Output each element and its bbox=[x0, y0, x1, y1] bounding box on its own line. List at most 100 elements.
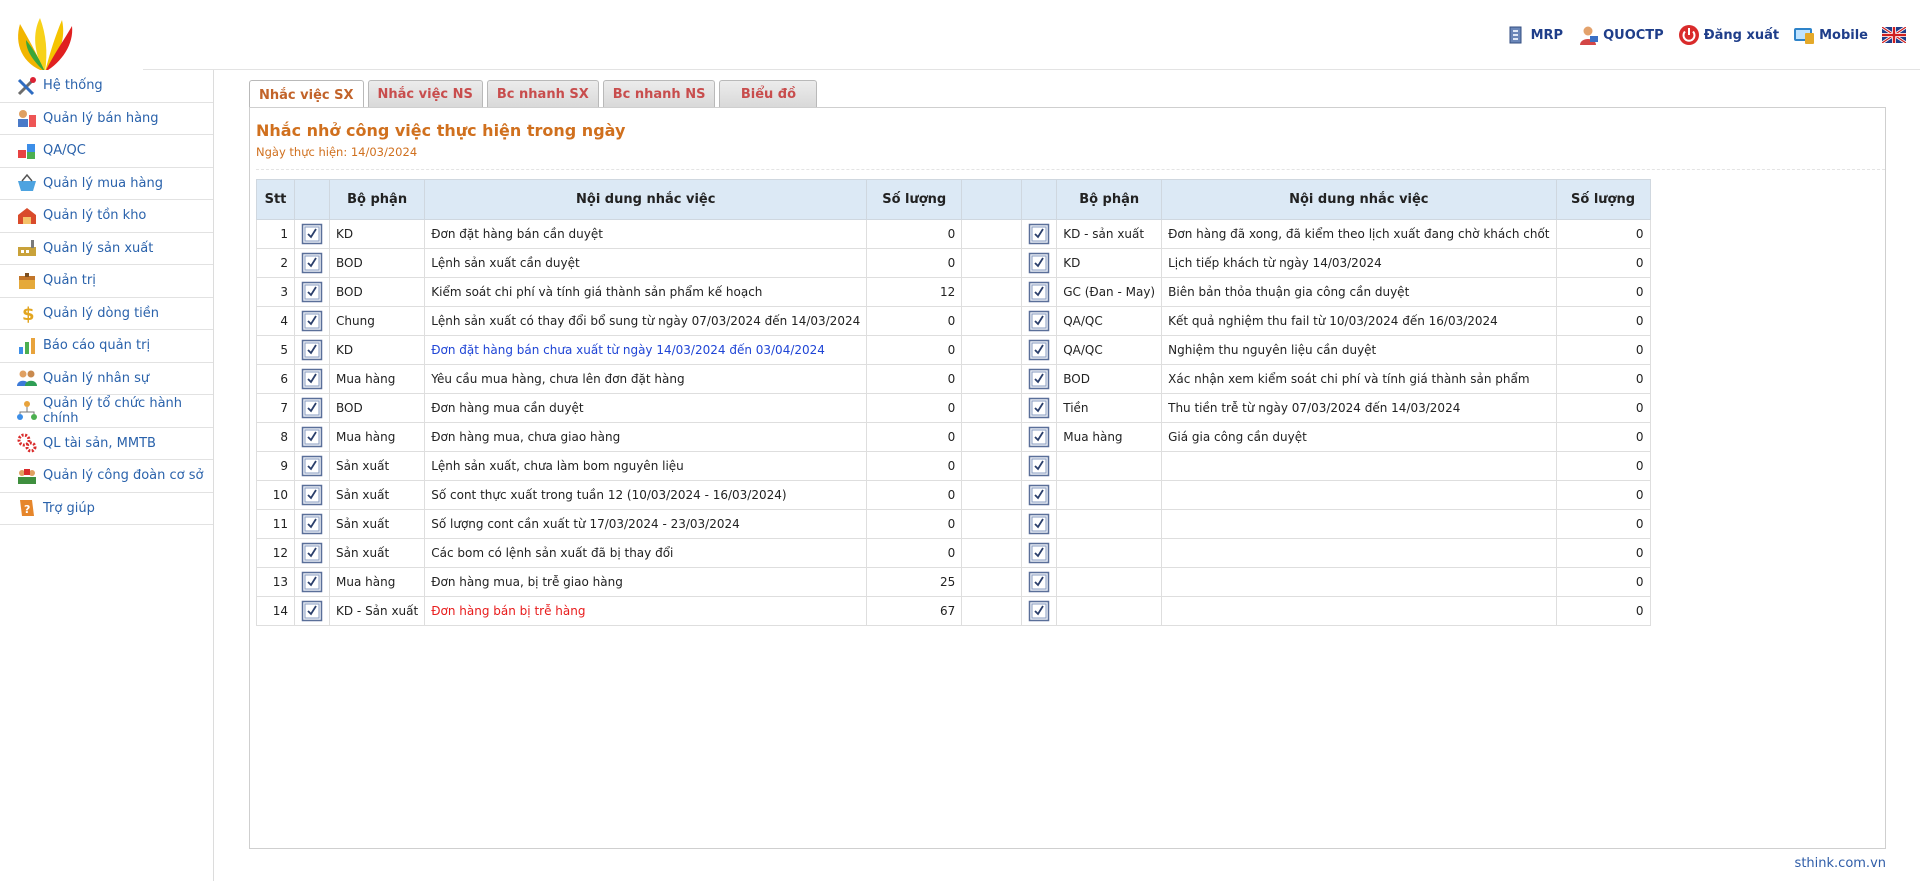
row-checkbox-2[interactable] bbox=[1021, 306, 1058, 336]
row-qty-2: 0 bbox=[1555, 277, 1651, 307]
tab-bc-nhanh-ns[interactable]: Bc nhanh NS bbox=[602, 80, 716, 108]
check-icon[interactable] bbox=[1028, 484, 1050, 506]
check-icon[interactable] bbox=[1028, 600, 1050, 622]
row-checkbox[interactable] bbox=[294, 509, 330, 539]
row-checkbox-2[interactable] bbox=[1021, 451, 1058, 481]
check-icon[interactable] bbox=[1028, 426, 1050, 448]
row-qty-2: 0 bbox=[1555, 364, 1651, 394]
sidebar-item-cong-doan[interactable]: Quản lý công đoàn cơ sở bbox=[0, 460, 213, 493]
sidebar-item-tro-giup[interactable]: ? Trợ giúp bbox=[0, 493, 213, 525]
user-link[interactable]: QUOCTP bbox=[1577, 24, 1664, 46]
check-icon[interactable] bbox=[1028, 571, 1050, 593]
row-checkbox[interactable] bbox=[294, 480, 330, 510]
check-icon[interactable] bbox=[301, 223, 323, 245]
row-content[interactable]: Đơn đặt hàng bán chưa xuất từ ngày 14/03… bbox=[424, 335, 868, 365]
check-icon[interactable] bbox=[301, 484, 323, 506]
row-stt: 5 bbox=[256, 335, 295, 365]
row-dept: Sản xuất bbox=[328, 509, 426, 539]
tab-bc-nhanh-sx[interactable]: Bc nhanh SX bbox=[486, 80, 599, 108]
row-stt: 11 bbox=[256, 509, 295, 539]
check-icon[interactable] bbox=[301, 252, 323, 274]
check-icon[interactable] bbox=[1028, 513, 1050, 535]
row-checkbox-2[interactable] bbox=[1021, 277, 1058, 307]
check-icon[interactable] bbox=[301, 310, 323, 332]
row-checkbox-2[interactable] bbox=[1021, 364, 1058, 394]
sidebar-item-quan-tri[interactable]: Quản trị bbox=[0, 265, 213, 298]
sidebar-item-bao-cao[interactable]: Báo cáo quản trị bbox=[0, 330, 213, 363]
row-checkbox[interactable] bbox=[294, 277, 330, 307]
table-row: 10 Sản xuất Số cont thực xuất trong tuần 1… bbox=[256, 480, 1651, 510]
check-icon[interactable] bbox=[301, 600, 323, 622]
row-checkbox-2[interactable] bbox=[1021, 538, 1058, 568]
user-icon bbox=[1580, 26, 1599, 45]
row-checkbox-2[interactable] bbox=[1021, 509, 1058, 539]
row-checkbox-2[interactable] bbox=[1021, 248, 1058, 278]
language-switch[interactable] bbox=[1882, 27, 1910, 43]
check-icon[interactable] bbox=[301, 455, 323, 477]
row-checkbox-2[interactable] bbox=[1021, 393, 1058, 423]
sidebar-item-dong-tien[interactable]: $ Quản lý dòng tiền bbox=[0, 298, 213, 330]
check-icon[interactable] bbox=[1028, 368, 1050, 390]
row-checkbox-2[interactable] bbox=[1021, 567, 1058, 597]
tab-nhac-viec-sx[interactable]: Nhắc việc SX bbox=[249, 80, 364, 109]
header: MRP QUOCTP Đăng xuất Mobile bbox=[0, 0, 1920, 72]
row-checkbox[interactable] bbox=[294, 364, 330, 394]
row-checkbox[interactable] bbox=[294, 393, 330, 423]
check-icon[interactable] bbox=[1028, 281, 1050, 303]
table-body: 1 KD Đơn đặt hàng bán cần duyệt 0 KD - sản x… bbox=[256, 219, 1651, 626]
row-checkbox-2[interactable] bbox=[1021, 596, 1058, 626]
check-icon[interactable] bbox=[1028, 252, 1050, 274]
sidebar-item-san-xuat[interactable]: Quản lý sản xuất bbox=[0, 233, 213, 265]
row-checkbox[interactable] bbox=[294, 335, 330, 365]
row-checkbox-2[interactable] bbox=[1021, 422, 1058, 452]
sidebar-item-mua-hang[interactable]: Quản lý mua hàng bbox=[0, 168, 213, 200]
check-icon[interactable] bbox=[1028, 339, 1050, 361]
sidebar-item-tai-san[interactable]: QL tài sản, MMTB bbox=[0, 428, 213, 460]
row-checkbox-2[interactable] bbox=[1021, 480, 1058, 510]
row-checkbox[interactable] bbox=[294, 451, 330, 481]
table-header-row: Stt Bộ phận Nội dung nhắc việc Số lượng … bbox=[256, 179, 1651, 220]
sidebar-item-to-chuc[interactable]: Quản lý tổ chức hành chính bbox=[0, 395, 213, 428]
sidebar-item-nhan-su[interactable]: Quản lý nhân sự bbox=[0, 363, 213, 395]
mobile-link[interactable]: Mobile bbox=[1793, 24, 1868, 46]
sidebar-item-he-thong[interactable]: Hệ thống bbox=[0, 70, 213, 103]
row-qty: 0 bbox=[866, 393, 963, 423]
table-row: 8 Mua hàng Đơn hàng mua, chưa giao hàng 0 Mu… bbox=[256, 422, 1651, 452]
check-icon[interactable] bbox=[1028, 223, 1050, 245]
check-icon[interactable] bbox=[301, 513, 323, 535]
check-icon[interactable] bbox=[1028, 542, 1050, 564]
tab-nhac-viec-ns[interactable]: Nhắc việc NS bbox=[367, 80, 483, 108]
check-icon[interactable] bbox=[301, 339, 323, 361]
sidebar-item-qaqc[interactable]: QA/QC bbox=[0, 135, 213, 168]
row-checkbox[interactable] bbox=[294, 538, 330, 568]
check-icon[interactable] bbox=[1028, 397, 1050, 419]
row-content[interactable]: Đơn hàng bán bị trễ hàng bbox=[424, 596, 868, 626]
check-icon[interactable] bbox=[301, 542, 323, 564]
tab-bieu-do[interactable]: Biểu đồ bbox=[719, 80, 818, 108]
footer-site-link[interactable]: sthink.com.vn bbox=[1795, 856, 1886, 871]
row-checkbox[interactable] bbox=[294, 567, 330, 597]
row-checkbox-2[interactable] bbox=[1021, 219, 1058, 249]
row-checkbox[interactable] bbox=[294, 219, 330, 249]
logout-link[interactable]: Đăng xuất bbox=[1678, 24, 1779, 46]
check-icon[interactable] bbox=[301, 397, 323, 419]
check-icon[interactable] bbox=[301, 368, 323, 390]
check-icon[interactable] bbox=[301, 426, 323, 448]
sidebar-item-label: Quản lý công đoàn cơ sở bbox=[43, 468, 204, 484]
row-checkbox[interactable] bbox=[294, 306, 330, 336]
sidebar-item-ton-kho[interactable]: Quản lý tồn kho bbox=[0, 200, 213, 233]
row-checkbox[interactable] bbox=[294, 596, 330, 626]
check-icon[interactable] bbox=[1028, 455, 1050, 477]
row-dept-2 bbox=[1056, 509, 1163, 539]
row-checkbox-2[interactable] bbox=[1021, 335, 1058, 365]
row-checkbox[interactable] bbox=[294, 422, 330, 452]
check-icon[interactable] bbox=[301, 281, 323, 303]
check-icon[interactable] bbox=[1028, 310, 1050, 332]
check-icon[interactable] bbox=[301, 571, 323, 593]
org-icon bbox=[17, 400, 37, 420]
sidebar-item-ban-hang[interactable]: Quản lý bán hàng bbox=[0, 103, 213, 135]
row-content-2: Biên bản thỏa thuận gia công cần duyệt bbox=[1161, 277, 1557, 307]
row-qty-2: 0 bbox=[1555, 422, 1651, 452]
row-checkbox[interactable] bbox=[294, 248, 330, 278]
mrp-link[interactable]: MRP bbox=[1505, 24, 1563, 46]
